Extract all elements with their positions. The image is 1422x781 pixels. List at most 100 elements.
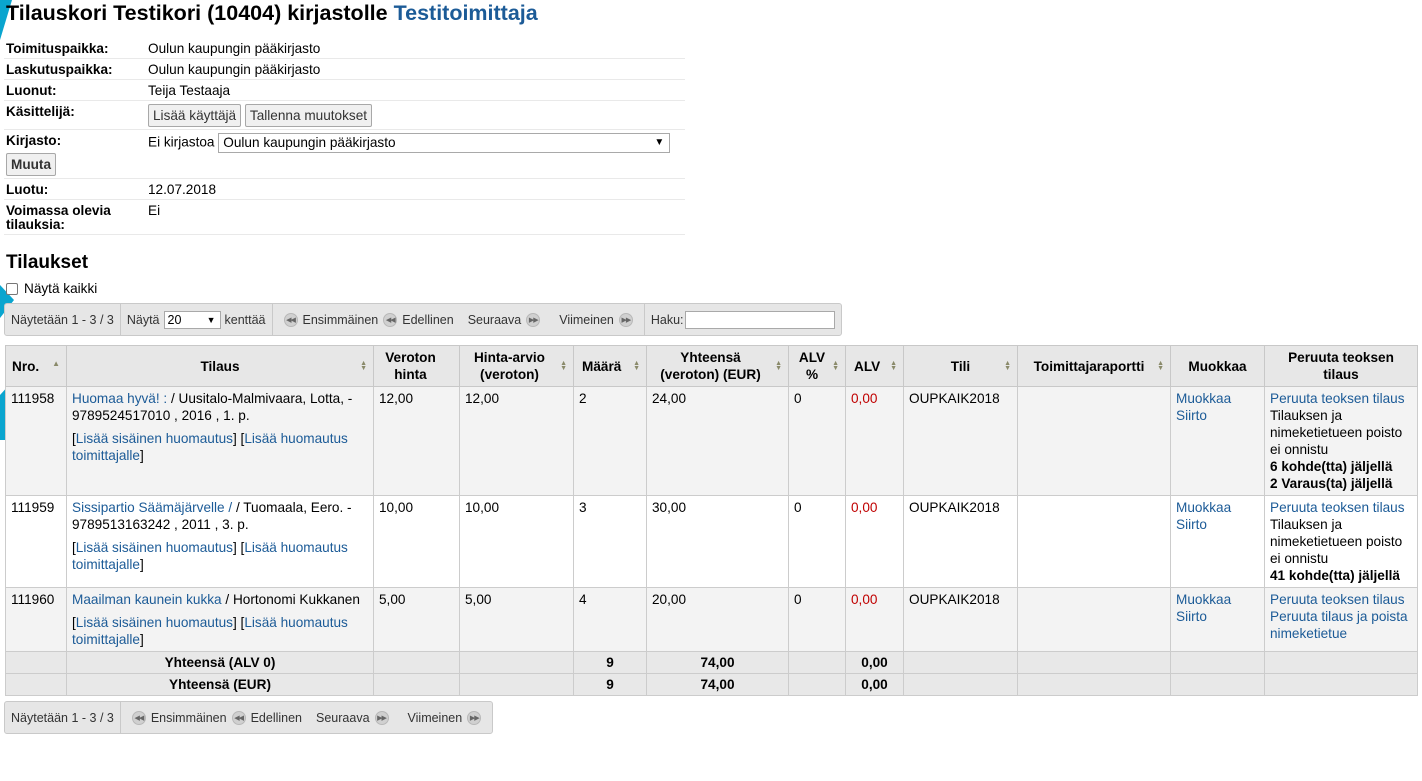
per-page-value: 20 — [167, 312, 182, 327]
col-header-estimate[interactable]: Hinta-arvio (veroton) ▲ ▼ — [459, 345, 574, 387]
cell-nro: 111958 — [5, 386, 67, 496]
last-page-icon[interactable]: ▶▶ — [467, 710, 482, 725]
col-header-vat-pct[interactable]: ALV % ▲ ▼ — [788, 345, 846, 387]
footer-vat: 0,00 — [845, 673, 904, 696]
cell-order: Maailman kaunein kukka / Hortonomi Kukka… — [66, 587, 374, 652]
first-page-button[interactable]: Ensimmäinen — [151, 711, 227, 725]
last-page-button[interactable]: Viimeinen — [408, 711, 463, 725]
col-header-cancel-label: Peruuta teoksen tilaus — [1288, 350, 1394, 382]
cell-total: 24,00 — [646, 386, 789, 496]
add-internal-note-link[interactable]: Lisää sisäinen huomautus — [76, 540, 233, 555]
footer-empty — [5, 651, 67, 674]
edit-link[interactable]: Muokkaa — [1176, 391, 1231, 406]
col-header-supplier-report[interactable]: Toimittajaraportti ▲ ▼ — [1017, 345, 1171, 387]
info-row-billing: Laskutuspaikka: Oulun kaupungin pääkirja… — [4, 58, 685, 80]
order-title-link[interactable]: Sissipartio Säämäjärvelle / — [72, 500, 232, 515]
cell-cancel: Peruuta teoksen tilaus Tilauksen ja nimek… — [1264, 386, 1418, 496]
cell-account: OUPKAIK2018 — [903, 386, 1018, 496]
show-all-checkbox[interactable] — [6, 282, 18, 295]
cell-vat-pct: 0 — [788, 587, 846, 652]
billing-label: Laskutuspaikka: — [4, 58, 146, 80]
sort-both-icon: ▲ ▼ — [775, 360, 782, 372]
col-header-account[interactable]: Tili ▲ ▼ — [903, 345, 1018, 387]
next-page-button[interactable]: Seuraava — [316, 711, 370, 725]
holds-left: 2 Varaus(ta) jäljellä — [1270, 476, 1393, 491]
col-header-vat-pct-label: ALV % — [798, 350, 826, 382]
edit-link[interactable]: Muokkaa — [1176, 592, 1231, 607]
next-page-icon[interactable]: ▶▶ — [374, 710, 389, 725]
cancel-order-link[interactable]: Peruuta teoksen tilaus — [1270, 391, 1405, 406]
edit-link[interactable]: Muokkaa — [1176, 500, 1231, 515]
col-header-nro[interactable]: Nro. ▲ — [5, 345, 67, 387]
order-title-link[interactable]: Maailman kaunein kukka — [72, 592, 222, 607]
previous-page-icon[interactable]: ◀◀ — [383, 312, 398, 327]
col-header-edit-label: Muokkaa — [1188, 358, 1247, 374]
table-row: 111958 Huomaa hyvä! : / Uusitalo-Malmivaa… — [5, 386, 1418, 496]
col-header-total[interactable]: Yhteensä (veroton) (EUR) ▲ ▼ — [646, 345, 789, 387]
cell-total: 30,00 — [646, 495, 789, 588]
library-select[interactable]: Oulun kaupungin pääkirjasto ▼ — [218, 133, 671, 153]
transfer-link[interactable]: Siirto — [1176, 517, 1207, 532]
col-header-vat[interactable]: ALV ▲ ▼ — [845, 345, 904, 387]
previous-page-icon[interactable]: ◀◀ — [231, 710, 246, 725]
sort-both-icon: ▲ ▼ — [560, 360, 567, 372]
footer-empty — [373, 651, 460, 674]
last-page-icon[interactable]: ▶▶ — [618, 312, 633, 327]
search-input[interactable] — [684, 310, 835, 329]
cell-price: 5,00 — [373, 587, 460, 652]
footer-empty — [903, 651, 1018, 674]
add-internal-note-link[interactable]: Lisää sisäinen huomautus — [76, 431, 233, 446]
next-page-button[interactable]: Seuraava — [468, 313, 522, 327]
col-header-quantity[interactable]: Määrä ▲ ▼ — [573, 345, 647, 387]
change-library-button[interactable]: Muuta — [6, 153, 57, 176]
cancel-and-delete-link[interactable]: Peruuta tilaus ja poista nimeketietue — [1270, 609, 1408, 641]
sort-both-icon: ▲ ▼ — [890, 360, 897, 372]
col-header-estimate-label: Hinta-arvio (veroton) — [473, 350, 545, 382]
first-page-icon[interactable]: ◀◀ — [283, 312, 298, 327]
col-header-vat-label: ALV — [854, 358, 881, 374]
order-notes: [Lisää sisäinen huomautus] [Lisää huomau… — [72, 615, 348, 647]
footer-empty — [1017, 673, 1171, 696]
library-select-value: Oulun kaupungin pääkirjasto — [223, 135, 396, 150]
footer-label: Yhteensä (EUR) — [66, 673, 374, 696]
order-details: / Hortonomi Kukkanen — [221, 592, 360, 607]
add-user-button[interactable]: Lisää käyttäjä — [148, 104, 242, 127]
per-page-select[interactable]: 20 ▼ — [163, 310, 221, 329]
col-header-supplier-report-label: Toimittajaraportti — [1033, 358, 1145, 374]
show-all-toggle[interactable]: Näytä kaikki — [6, 281, 97, 296]
col-header-nro-label: Nro. — [12, 358, 40, 374]
footer-quantity: 9 — [573, 673, 647, 696]
pager-bottom-info: Näytetään 1 - 3 / 3 — [5, 702, 121, 733]
next-page-icon[interactable]: ▶▶ — [526, 312, 541, 327]
transfer-link[interactable]: Siirto — [1176, 609, 1207, 624]
col-header-order[interactable]: Tilaus ▲ ▼ — [66, 345, 374, 387]
cell-order: Sissipartio Säämäjärvelle / / Tuomaala, … — [66, 495, 374, 588]
orders-table-body: 111958 Huomaa hyvä! : / Uusitalo-Malmivaa… — [5, 386, 1418, 652]
cell-total: 20,00 — [646, 587, 789, 652]
footer-empty — [1264, 673, 1418, 696]
footer-empty — [459, 673, 574, 696]
pager-top: Näytetään 1 - 3 / 3 Näytä 20 ▼ kenttää ◀◀… — [4, 303, 842, 336]
sort-both-icon: ▲ ▼ — [832, 360, 839, 372]
cancel-order-link[interactable]: Peruuta teoksen tilaus — [1270, 500, 1405, 515]
transfer-link[interactable]: Siirto — [1176, 408, 1207, 423]
cancel-order-link[interactable]: Peruuta teoksen tilaus — [1270, 592, 1405, 607]
first-page-icon[interactable]: ◀◀ — [131, 710, 146, 725]
pager-entries-label: kenttää — [224, 312, 266, 327]
pager-info: Näytetään 1 - 3 / 3 — [5, 304, 121, 335]
billing-value: Oulun kaupungin pääkirjasto — [146, 58, 685, 80]
col-header-price[interactable]: Veroton hinta — [373, 345, 460, 387]
pager-length: Näytä 20 ▼ kenttää — [121, 304, 273, 335]
supplier-link[interactable]: Testitoimittaja — [394, 1, 538, 25]
pager-showing-text: Näytetään 1 - 3 / 3 — [11, 312, 114, 327]
last-page-button[interactable]: Viimeinen — [559, 313, 614, 327]
page-title: Tilauskori Testikori (10404) kirjastolle… — [6, 1, 538, 26]
previous-page-button[interactable]: Edellinen — [251, 711, 302, 725]
previous-page-button[interactable]: Edellinen — [402, 313, 453, 327]
first-page-button[interactable]: Ensimmäinen — [303, 313, 379, 327]
save-changes-button[interactable]: Tallenna muutokset — [244, 104, 373, 127]
show-all-label: Näytä kaikki — [24, 281, 98, 296]
order-title-link[interactable]: Huomaa hyvä! : — [72, 391, 167, 406]
footer-empty — [1170, 673, 1265, 696]
add-internal-note-link[interactable]: Lisää sisäinen huomautus — [76, 615, 233, 630]
